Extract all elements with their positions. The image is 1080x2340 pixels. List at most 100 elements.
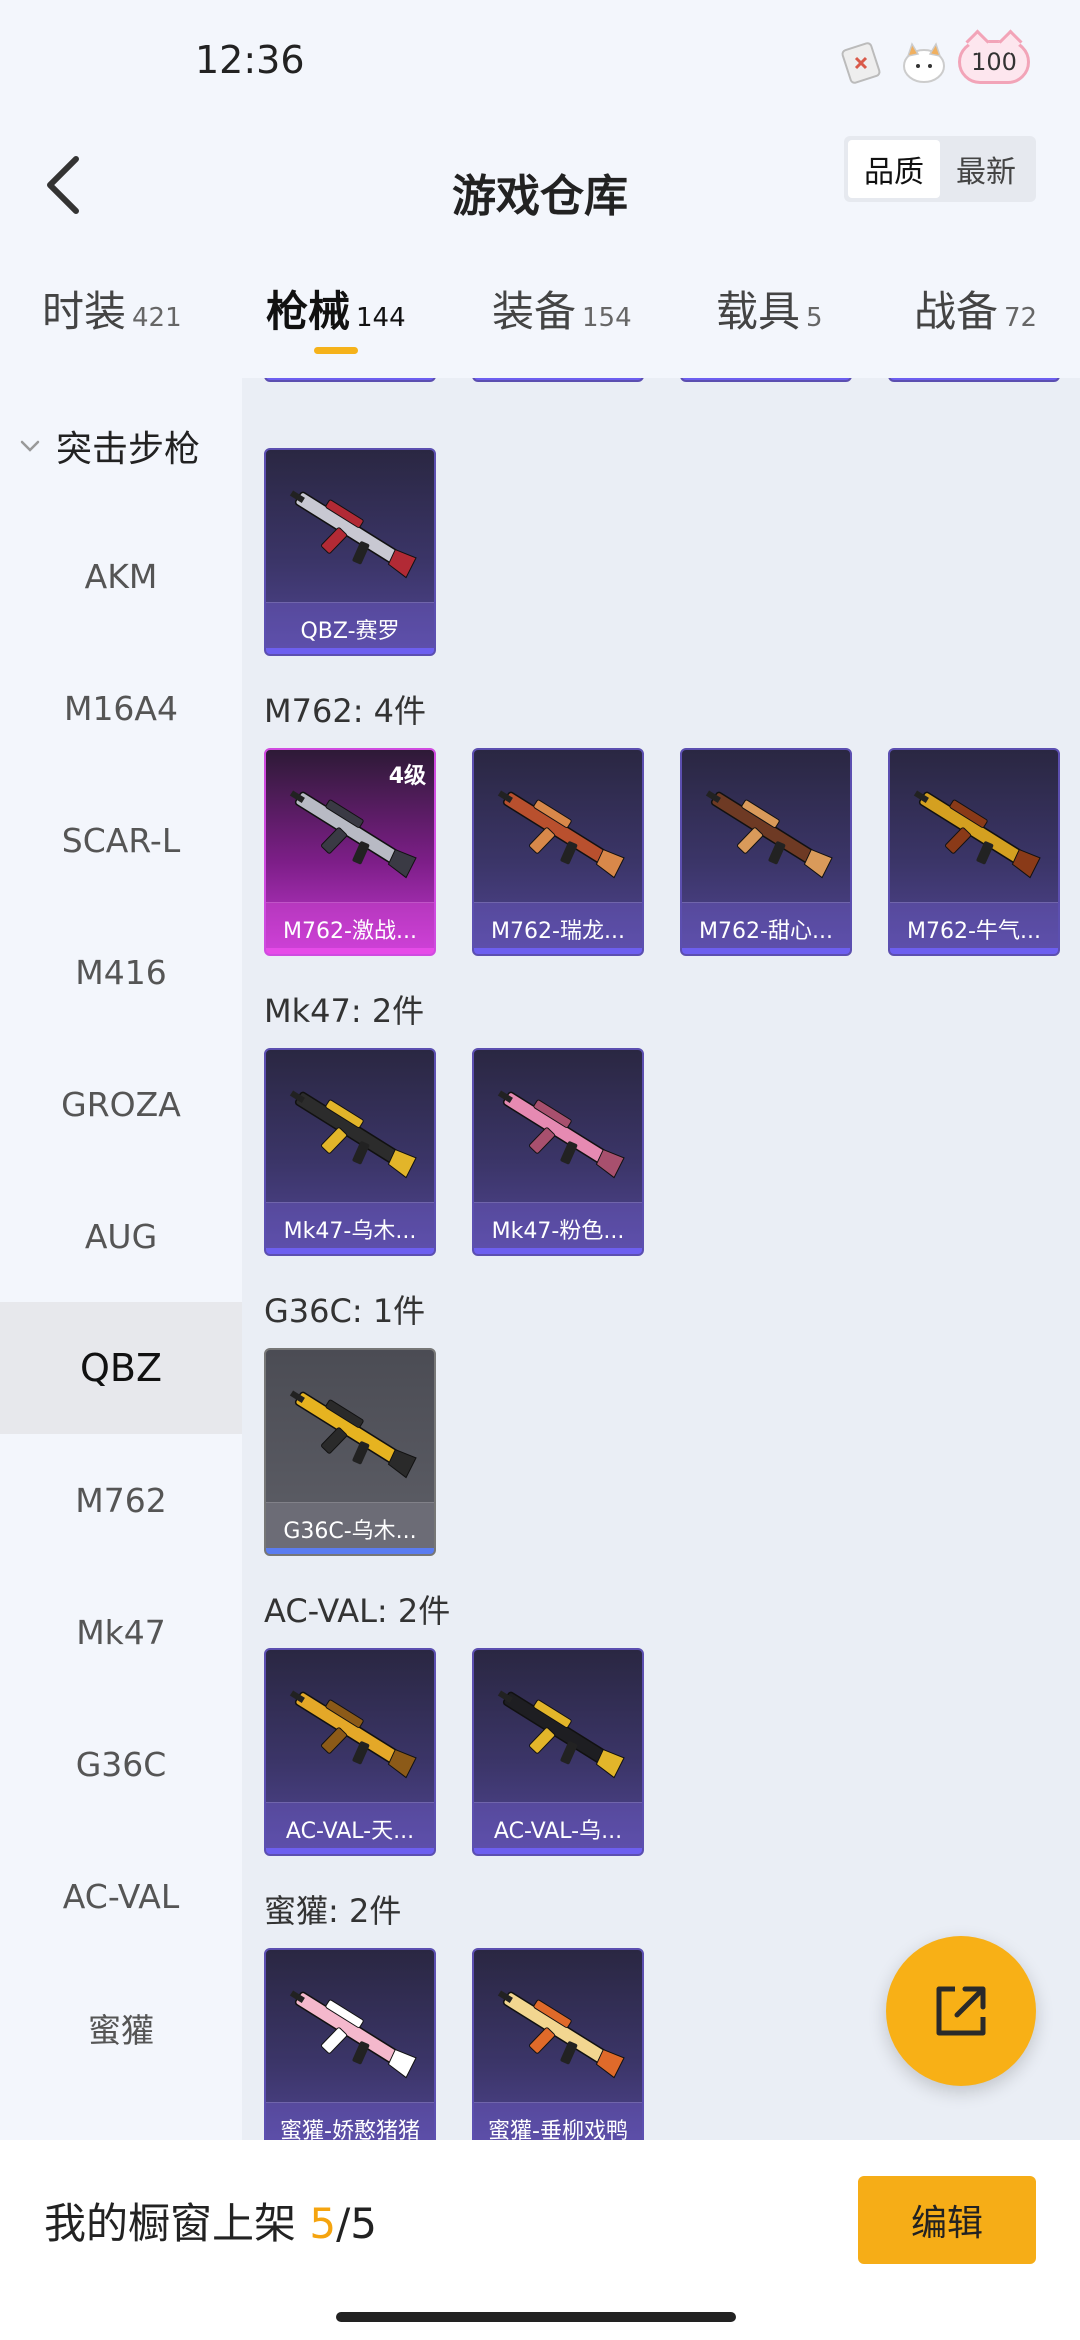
tab-vehicles[interactable]: 载具 5 (716, 278, 823, 339)
card-footer: Mk47-粉色... (474, 1202, 642, 1254)
inventory-card[interactable]: QBZ-飞驰魅影 (472, 378, 644, 382)
tab-firearms[interactable]: 枪械 144 (266, 278, 406, 339)
inventory-card[interactable]: QBZ-彩虹符号 (264, 378, 436, 382)
inventory-card[interactable]: M762-甜心... (680, 748, 852, 956)
sidebar-item-qbz[interactable]: QBZ (0, 1302, 242, 1434)
inventory-card[interactable]: Mk47-粉色... (472, 1048, 644, 1256)
card-name: QBZ-赛罗 (300, 618, 400, 644)
section-title: 蜜獾: 2件 (264, 1892, 402, 1930)
inventory-card[interactable]: M762-瑞龙... (472, 748, 644, 956)
edit-button[interactable]: 编辑 (858, 2176, 1036, 2264)
inventory-card[interactable]: AC-VAL-乌... (472, 1648, 644, 1856)
tab-label: 载具 (716, 287, 801, 336)
weapon-skin-image (497, 790, 625, 879)
card-rarity-bar (266, 648, 434, 654)
inventory-card[interactable]: M762-牛气... (888, 748, 1060, 956)
tab-count: 154 (582, 303, 632, 333)
sidebar-item-g36c[interactable]: G36C (0, 1698, 242, 1830)
card-rarity-bar (266, 1548, 434, 1554)
category-tabs: 时装 421 枪械 144 装备 154 载具 5 战备 72 (0, 250, 1080, 375)
tab-equipment[interactable]: 装备 154 (492, 278, 632, 339)
inventory-card[interactable]: G36C-乌木... (264, 1348, 436, 1556)
card-rarity-bar (266, 948, 434, 954)
card-name: Mk47-粉色... (491, 1218, 625, 1244)
weapon-skin-image (497, 1690, 625, 1779)
home-indicator[interactable] (336, 2312, 736, 2322)
card-rarity-bar (682, 948, 850, 954)
inventory-card[interactable]: AC-VAL-天... (264, 1648, 436, 1856)
sidebar-item-akm[interactable]: AKM (0, 510, 242, 642)
back-button[interactable] (22, 140, 102, 230)
sidebar: 突击步枪 AKM M16A4 SCAR-L M416 GROZA AUG QBZ M762 Mk… (0, 378, 242, 2140)
card-name: AC-VAL-天... (285, 1818, 415, 1844)
card-footer: M762-瑞龙... (474, 902, 642, 954)
card-rarity-bar (474, 378, 642, 380)
active-tab-indicator (314, 347, 358, 354)
card-rarity-bar (474, 1248, 642, 1254)
weapon-skin-image (289, 1690, 417, 1779)
cat-icon (903, 42, 945, 83)
card-footer: QBZ-赛罗 (266, 602, 434, 654)
sidebar-item-ac-val[interactable]: AC-VAL (0, 1830, 242, 1962)
sidebar-item-m762[interactable]: M762 (0, 1434, 242, 1566)
inventory-card[interactable]: QBZ-暗翼战神 (888, 378, 1060, 382)
weapon-skin-image (497, 1090, 625, 1179)
showcase-label: 我的橱窗上架 (44, 2199, 297, 2248)
inventory-card[interactable]: Mk47-乌木... (264, 1048, 436, 1256)
sidebar-item-m16a4[interactable]: M16A4 (0, 642, 242, 774)
card-footer: AC-VAL-乌... (474, 1802, 642, 1854)
chevron-down-icon (20, 440, 40, 452)
card-footer: Mk47-乌木... (266, 1202, 434, 1254)
weapon-skin-image (289, 1090, 417, 1179)
inventory-card[interactable]: 蜜獾-垂柳戏鸭 (472, 1948, 644, 2140)
sidebar-item-groza[interactable]: GROZA (0, 1038, 242, 1170)
card-name: G36C-乌木... (283, 1518, 417, 1544)
sidebar-group-header[interactable]: 突击步枪 (18, 420, 200, 472)
share-button[interactable] (886, 1936, 1036, 2086)
weapon-skin-image (289, 1390, 417, 1479)
sidebar-item-mk47[interactable]: Mk47 (0, 1566, 242, 1698)
sidebar-item-scar-l[interactable]: SCAR-L (0, 774, 242, 906)
weapon-skin-image (289, 1990, 417, 2079)
inventory-card[interactable]: 4级 M762-激战... (264, 748, 436, 956)
bottom-bar: 我的橱窗上架 5/5 编辑 (0, 2140, 1080, 2340)
tab-count: 72 (1004, 303, 1038, 333)
showcase-status: 我的橱窗上架 5/5 (44, 2190, 377, 2251)
section-title: M762: 4件 (264, 692, 427, 730)
card-footer: 蜜獾-娇憨猪猪 (266, 2102, 434, 2140)
sort-toggle: 品质 最新 (844, 136, 1036, 202)
status-bar: 12:36 100 (0, 0, 1080, 120)
showcase-current: 5 (309, 2199, 337, 2248)
sidebar-item-aug[interactable]: AUG (0, 1170, 242, 1302)
weapon-skin-image (289, 490, 417, 579)
sort-newest[interactable]: 最新 (940, 140, 1032, 198)
card-rarity-bar (266, 1248, 434, 1254)
section-title: G36C: 1件 (264, 1292, 426, 1330)
status-time: 12:36 (195, 38, 305, 82)
inventory-card[interactable]: 蜜獾-娇憨猪猪 (264, 1948, 436, 2140)
tab-label: 装备 (492, 287, 577, 336)
sticker-icon (841, 42, 881, 84)
card-footer: M762-牛气... (890, 902, 1058, 954)
sidebar-item-m416[interactable]: M416 (0, 906, 242, 1038)
weapon-skin-image (913, 790, 1041, 879)
card-rarity-bar (474, 1848, 642, 1854)
tab-label: 战备 (914, 287, 999, 336)
tab-gear[interactable]: 战备 72 (914, 278, 1037, 339)
weapon-skin-image (497, 1990, 625, 2079)
weapon-skin-image (289, 790, 417, 879)
card-footer: G36C-乌木... (266, 1502, 434, 1554)
showcase-total: /5 (336, 2199, 377, 2248)
card-rarity-bar (266, 1848, 434, 1854)
sidebar-group-label: 突击步枪 (56, 429, 201, 470)
tab-fashion[interactable]: 时装 421 (42, 278, 182, 339)
sidebar-item-蜜獾[interactable]: 蜜獾 (0, 1962, 242, 2094)
inventory-card[interactable]: QBZ-相思戏雪 (680, 378, 852, 382)
battery-level: 100 (971, 48, 1017, 76)
sort-quality[interactable]: 品质 (848, 140, 940, 198)
card-name: Mk47-乌木... (283, 1218, 417, 1244)
card-name: 蜜獾-垂柳戏鸭 (488, 2118, 628, 2141)
tab-count: 144 (356, 303, 406, 333)
chevron-left-icon (47, 156, 79, 214)
inventory-card[interactable]: QBZ-赛罗 (264, 448, 436, 656)
